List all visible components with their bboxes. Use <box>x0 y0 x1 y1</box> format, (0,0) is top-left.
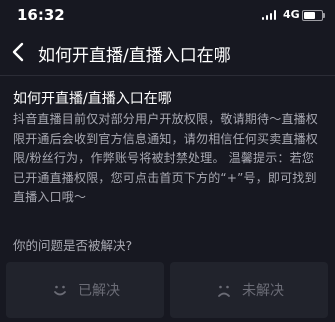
battery-fill <box>304 12 315 19</box>
article-line: 已开通直播权限，您可点击首页下方的“+”号，即可找到 <box>13 170 317 185</box>
feedback-question: 你的问题是否被解决? <box>13 238 133 253</box>
nav-divider <box>0 75 335 76</box>
status-bar: 16:32 4G <box>0 0 335 30</box>
signal-icon <box>262 10 278 20</box>
article-title: 如何开直播/直播入口在哪 <box>13 91 172 107</box>
unresolved-button[interactable]: 未解决 <box>170 262 328 318</box>
unresolved-label: 未解决 <box>242 283 284 299</box>
chevron-left-icon <box>12 42 24 62</box>
back-button[interactable] <box>8 38 30 66</box>
frown-icon <box>218 285 230 297</box>
article-line: 直播入口哦～ <box>13 190 87 204</box>
page-title: 如何开直播/直播入口在哪 <box>38 46 231 66</box>
status-time: 16:32 <box>17 6 65 24</box>
resolved-button[interactable]: 已解决 <box>6 262 164 318</box>
article-line: 抖音直播目前仅对部分用户开放权限，敬请期待～直播权 <box>13 112 319 126</box>
smile-icon <box>54 285 66 296</box>
battery-icon <box>302 10 325 21</box>
nav-bar: 如何开直播/直播入口在哪 <box>0 30 335 74</box>
article-line: 限开通后会收到官方信息通知，请勿相信任何买卖直播权 <box>13 131 319 146</box>
network-type: 4G <box>283 8 300 21</box>
article-line: 限/粉丝行为，作弊账号将被封禁处理。 温馨提示：若您 <box>13 151 315 165</box>
article-body: 抖音直播目前仅对部分用户开放权限，敬请期待～直播权 限开通后会收到官方信息通知，… <box>13 110 320 208</box>
resolved-label: 已解决 <box>78 283 120 299</box>
